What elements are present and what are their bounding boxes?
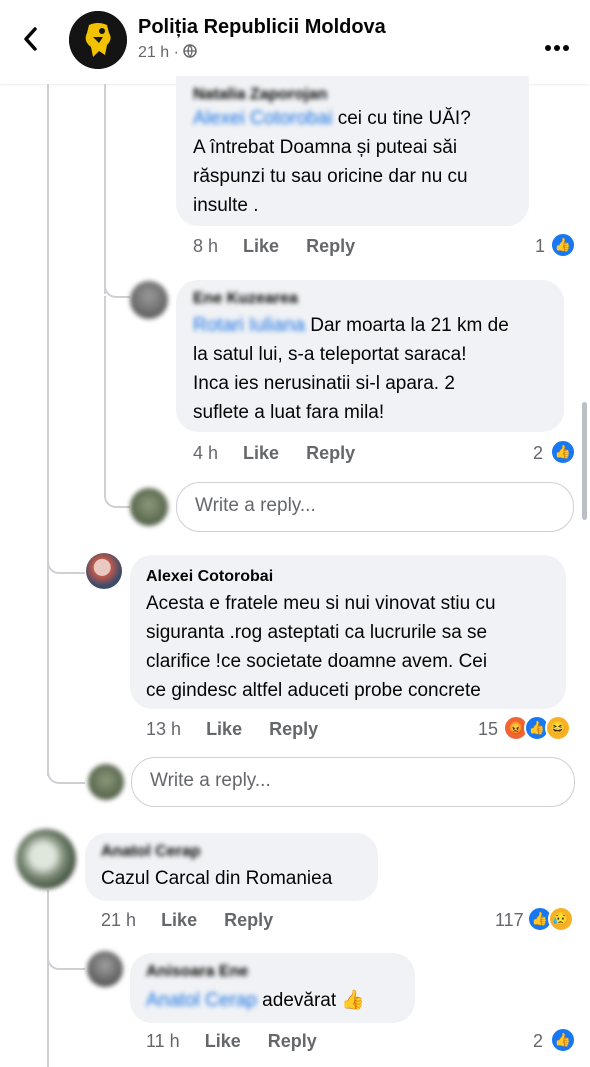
comment-line: siguranta .rog asteptati ca lucrurile sa… (146, 622, 488, 643)
thread-elbow (47, 950, 85, 970)
like-reaction-icon[interactable]: 👍 (550, 1027, 576, 1053)
reply-button[interactable]: Reply (268, 1031, 317, 1051)
comment-bubble[interactable]: Natalia Zaporojan Alexei Cotorobai cei c… (176, 76, 529, 226)
avatar[interactable] (86, 553, 122, 589)
reply-placeholder: Write a reply... (150, 770, 271, 791)
comment-author[interactable]: Ene Kuzearea (193, 290, 298, 308)
comment-text: Alexei Cotorobai cei cu tine UĂI? A într… (193, 104, 471, 220)
page-title[interactable]: Poliția Republicii Moldova (138, 16, 386, 39)
like-button[interactable]: Like (205, 1031, 241, 1051)
comment-text: Anatol Cerap adevărat 👍 (146, 986, 365, 1015)
like-button[interactable]: Like (161, 910, 197, 930)
post-header: Poliția Republicii Moldova 21 h · (0, 0, 590, 84)
comment-author[interactable]: Anatol Cerap (101, 843, 201, 861)
like-reaction-icon[interactable]: 👍 (550, 439, 576, 465)
comment-mention[interactable]: Rotari Iuliana (193, 315, 305, 336)
comment-time[interactable]: 13 h (146, 719, 181, 739)
comment-line: la satul lui, s-a teleportat saraca! (193, 344, 467, 365)
more-options-button[interactable] (544, 28, 570, 59)
reply-input[interactable]: Write a reply... (176, 482, 574, 532)
avatar[interactable] (16, 829, 76, 889)
chevron-left-icon (24, 27, 37, 51)
thread-line (104, 296, 106, 492)
comment-line: suflete a luat fara mila! (193, 402, 385, 423)
thread-elbow (104, 490, 130, 508)
more-icon (545, 45, 569, 51)
thread-elbow (104, 280, 130, 298)
comment-time[interactable]: 11 h (146, 1031, 180, 1051)
comment-line: răspunzi tu sau oricine dar nu cu (193, 166, 468, 187)
thread-line (104, 84, 106, 294)
comment-actions: 4 h Like Reply (193, 443, 355, 464)
haha-reaction-icon[interactable]: 😆 (545, 715, 571, 741)
thread-elbow (47, 764, 85, 784)
back-button[interactable] (22, 26, 38, 60)
post-meta: 21 h · (138, 44, 198, 62)
police-crest-icon (69, 11, 127, 69)
comment-actions: 11 h Like Reply (146, 1031, 317, 1052)
comment-time[interactable]: 4 h (193, 443, 218, 463)
comment-bubble[interactable]: Ene Kuzearea Rotari Iuliana Dar moarta l… (176, 280, 564, 432)
comment-line: cei cu tine UĂI? (332, 108, 471, 129)
comment-actions: 21 h Like Reply (101, 910, 273, 931)
page-avatar[interactable] (69, 11, 127, 69)
like-reaction-icon[interactable]: 👍 (550, 232, 576, 258)
reaction-count[interactable]: 117 (495, 910, 524, 931)
comment-bubble[interactable]: Anatol Cerap Cazul Carcal din Romaniea (85, 833, 378, 901)
thread-elbow (47, 554, 85, 574)
comment-line: clarifice !ce societate doamne avem. Cei (146, 651, 488, 672)
reply-button[interactable]: Reply (306, 236, 355, 256)
comment-time[interactable]: 21 h (101, 910, 136, 930)
comment-actions: 8 h Like Reply (193, 236, 355, 257)
comment-line: Acesta e fratele meu si nui vinovat stiu… (146, 593, 496, 614)
avatar (88, 764, 124, 800)
comment-line: Dar moarta la 21 km de (304, 315, 509, 336)
comment-text: Rotari Iuliana Dar moarta la 21 km de la… (193, 311, 509, 427)
comment-text: Acesta e fratele meu si nui vinovat stiu… (146, 589, 496, 705)
comment-line: Cazul Carcal din Romaniea (101, 868, 333, 889)
avatar[interactable] (130, 281, 168, 319)
comment-author[interactable]: Anisoara Ene (146, 963, 248, 981)
comment-line: ce gindesc altfel aduceti probe concrete (146, 680, 481, 701)
reply-button[interactable]: Reply (224, 910, 273, 930)
reply-input[interactable]: Write a reply... (131, 757, 575, 807)
comment-mention[interactable]: Alexei Cotorobai (193, 108, 332, 129)
comment-actions: 13 h Like Reply (146, 719, 318, 740)
reaction-count[interactable]: 1 (535, 236, 545, 257)
reaction-count[interactable]: 2 (533, 443, 543, 464)
avatar (130, 488, 168, 526)
comment-bubble[interactable]: Anisoara Ene Anatol Cerap adevărat 👍 (130, 953, 415, 1023)
comment-line: A întrebat Doamna și puteai săi (193, 137, 458, 158)
like-button[interactable]: Like (243, 236, 279, 256)
thread-line (47, 84, 49, 776)
comment-line: insulte . (193, 195, 259, 216)
avatar[interactable] (87, 951, 123, 987)
scrollbar[interactable] (582, 402, 587, 520)
comment-author[interactable]: Natalia Zaporojan (193, 86, 327, 104)
reply-button[interactable]: Reply (306, 443, 355, 463)
sad-reaction-icon[interactable]: 😥 (548, 906, 574, 932)
post-time: 21 h · (138, 44, 179, 61)
reply-button[interactable]: Reply (269, 719, 318, 739)
comment-text: Cazul Carcal din Romaniea (101, 864, 332, 893)
reaction-count[interactable]: 2 (533, 1031, 543, 1052)
reply-placeholder: Write a reply... (195, 495, 316, 516)
like-button[interactable]: Like (206, 719, 242, 739)
comment-mention[interactable]: Anatol Cerap (146, 990, 257, 1011)
comment-line: Inca ies nerusinatii si-l apara. 2 (193, 373, 455, 394)
globe-icon (183, 44, 198, 58)
comment-line: adevărat 👍 (256, 990, 366, 1011)
comment-bubble[interactable]: Alexei Cotorobai Acesta e fratele meu si… (130, 555, 566, 709)
comment-time[interactable]: 8 h (193, 236, 218, 256)
reaction-count[interactable]: 15 (478, 719, 498, 740)
like-button[interactable]: Like (243, 443, 279, 463)
thread-line (47, 890, 49, 1067)
comment-author[interactable]: Alexei Cotorobai (146, 568, 273, 586)
